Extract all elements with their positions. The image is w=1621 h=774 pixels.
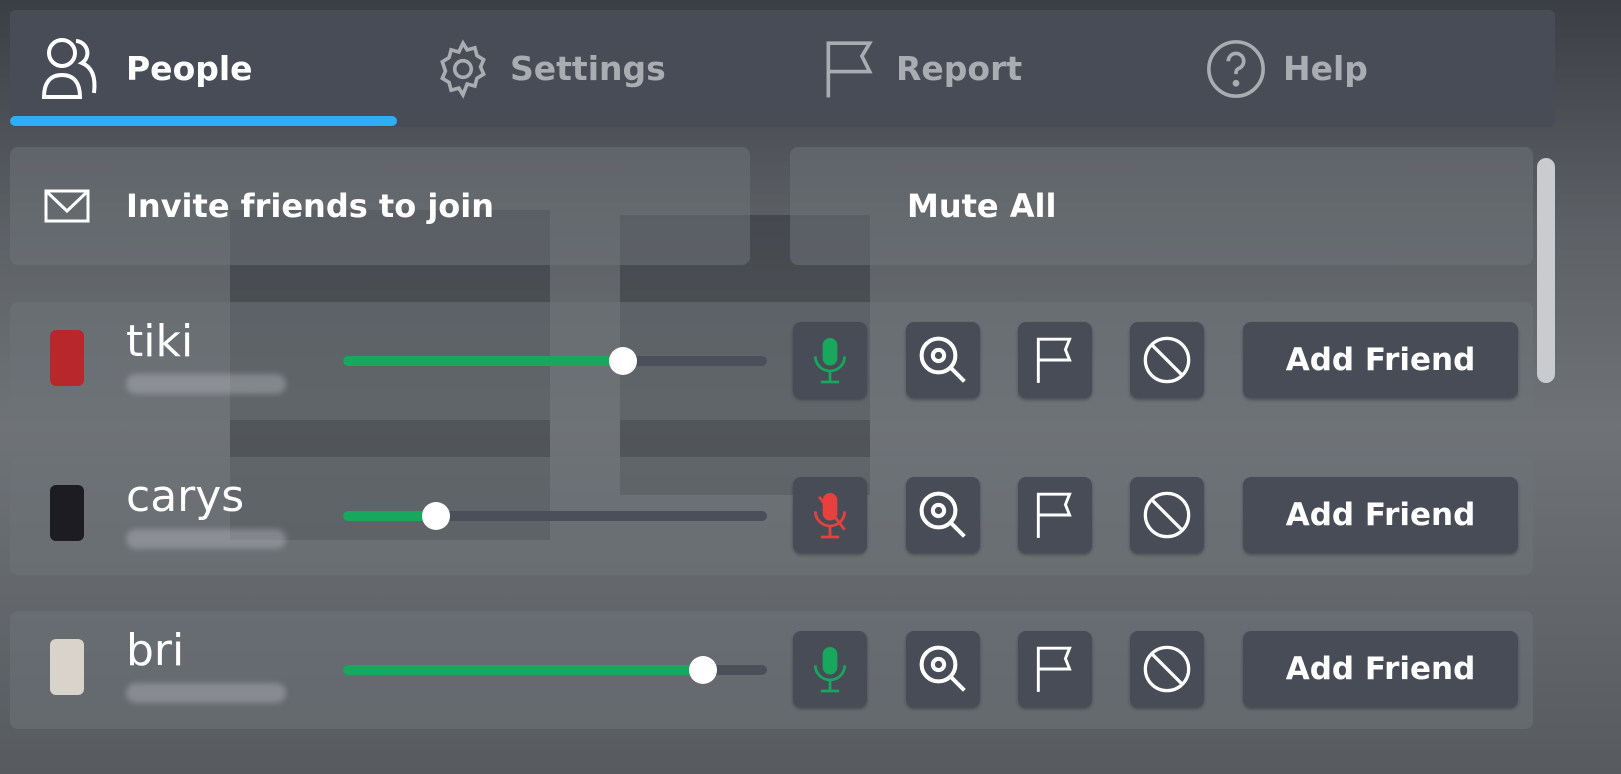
player-username-blurred (126, 374, 286, 394)
volume-knob[interactable] (689, 656, 718, 684)
flag-icon (1036, 337, 1072, 383)
tab-help[interactable]: Help (1205, 10, 1368, 127)
player-avatar[interactable] (50, 639, 84, 695)
block-player-button[interactable] (1130, 631, 1204, 707)
tab-label: People (126, 49, 253, 88)
tab-label: Settings (510, 49, 666, 88)
inspect-eye-icon (919, 645, 966, 692)
tab-settings[interactable]: Settings (432, 10, 666, 127)
tab-people[interactable]: People (38, 10, 253, 127)
mic-toggle-button[interactable] (793, 322, 867, 398)
active-tab-indicator (10, 116, 397, 126)
flag-icon (1036, 492, 1072, 538)
scrollbar[interactable] (1537, 158, 1555, 383)
block-player-button[interactable] (1130, 322, 1204, 398)
block-player-button[interactable] (1130, 477, 1204, 553)
invite-friends-button[interactable]: Invite friends to join (10, 147, 750, 265)
player-username-blurred (126, 683, 286, 703)
inspect-eye-icon (919, 491, 966, 538)
player-row: carys Add Friend (10, 457, 1533, 575)
tab-bar: People Settings Report Help (10, 10, 1555, 127)
report-player-button[interactable] (1018, 631, 1092, 707)
player-row: tiki Add Friend (10, 302, 1533, 420)
volume-fill (343, 356, 623, 366)
volume-slider[interactable] (343, 502, 767, 530)
report-player-button[interactable] (1018, 322, 1092, 398)
mute-all-label: Mute All (907, 187, 1057, 225)
mute-all-button[interactable]: Mute All (790, 147, 1533, 265)
people-icon (41, 37, 97, 99)
volume-fill (343, 665, 704, 675)
block-icon (1143, 491, 1191, 539)
block-icon (1143, 645, 1191, 693)
add-friend-button[interactable]: Add Friend (1243, 322, 1518, 398)
inspect-button[interactable] (906, 322, 980, 398)
help-icon (1207, 39, 1265, 98)
player-name: bri (126, 625, 185, 676)
flag-icon (826, 40, 873, 97)
player-avatar[interactable] (50, 485, 84, 541)
tab-label: Help (1283, 49, 1368, 88)
flag-icon (1036, 646, 1072, 692)
microphone-icon (813, 338, 847, 384)
mic-toggle-button[interactable] (793, 477, 867, 553)
add-friend-button[interactable]: Add Friend (1243, 631, 1518, 707)
inspect-button[interactable] (906, 477, 980, 553)
inspect-eye-icon (919, 336, 966, 383)
inspect-button[interactable] (906, 631, 980, 707)
mail-icon (44, 189, 90, 223)
player-row: bri Add Friend (10, 611, 1533, 729)
volume-knob[interactable] (422, 502, 451, 530)
microphone-muted-icon (813, 493, 847, 539)
volume-slider[interactable] (343, 656, 767, 684)
player-avatar[interactable] (50, 330, 84, 386)
mic-toggle-button[interactable] (793, 631, 867, 707)
player-name: carys (126, 471, 245, 522)
gear-icon (440, 38, 486, 99)
volume-slider[interactable] (343, 347, 767, 375)
block-icon (1143, 336, 1191, 384)
player-username-blurred (126, 529, 286, 549)
volume-knob[interactable] (608, 347, 637, 375)
invite-label: Invite friends to join (126, 187, 495, 225)
player-name: tiki (126, 316, 194, 367)
report-player-button[interactable] (1018, 477, 1092, 553)
tab-report[interactable]: Report (818, 10, 1022, 127)
tab-label: Report (896, 49, 1023, 88)
add-friend-button[interactable]: Add Friend (1243, 477, 1518, 553)
microphone-icon (813, 647, 847, 693)
